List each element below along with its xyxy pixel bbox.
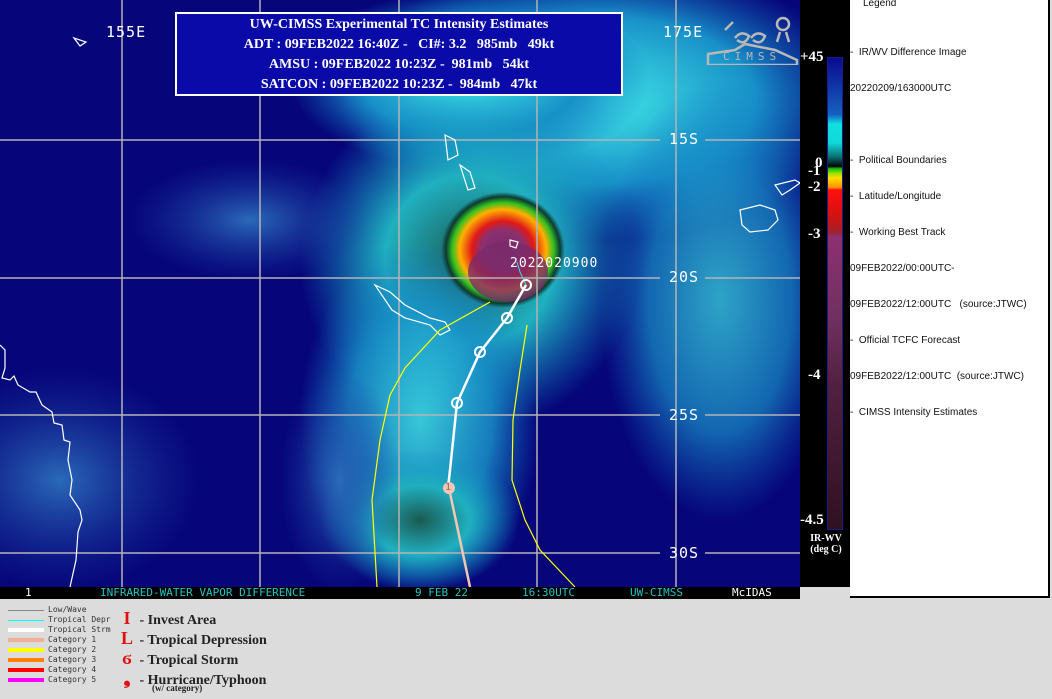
island xyxy=(72,36,88,47)
track-legend-swatch xyxy=(8,638,44,642)
frame-number: 1 xyxy=(25,586,32,599)
track-legend-swatch xyxy=(8,620,44,621)
colorbar-tick: -3 xyxy=(808,226,821,242)
lat-label-15s: 15S xyxy=(669,130,700,148)
adt-estimate: ADT : 09FEB2022 16:40Z - CI#: 3.2 985mb … xyxy=(243,37,555,52)
haze xyxy=(130,160,370,280)
symbol-legend-row: ϭ - Tropical Storm xyxy=(118,648,238,669)
product-name: INFRARED-WATER VAPOR DIFFERENCE xyxy=(100,586,306,599)
haze xyxy=(0,370,200,587)
lat-label-20s: 20S xyxy=(669,268,700,286)
colorbar-tick: -4 xyxy=(808,367,821,383)
storm-time-label: 2022020900 xyxy=(510,256,599,271)
intensity-estimates-box: UW-CIMSS Experimental TC Intensity Estim… xyxy=(175,12,623,96)
satellite-image: UW-CIMSS Experimental TC Intensity Estim… xyxy=(0,0,800,587)
legend-line: 20220209/163000UTC xyxy=(850,83,952,94)
colorbar-tick: -2 xyxy=(808,179,821,195)
legend-line: - Working Best Track xyxy=(850,227,946,238)
colorbar-units-line: IR-WV xyxy=(810,533,842,544)
cimss-logo: CIMSS xyxy=(705,10,800,65)
image-date: 9 FEB 22 xyxy=(415,586,468,599)
track-legend-swatch xyxy=(8,628,44,632)
track-legend-label: Category 5 xyxy=(48,675,97,684)
track-legend-label: Category 4 xyxy=(48,665,97,674)
tropical-storm-icon: ϭ xyxy=(122,648,132,668)
legend-lines: - IR/WV Difference Image 20220209/163000… xyxy=(850,23,1027,443)
symbol-legend-row: L - Tropical Depression xyxy=(118,628,267,649)
legend-line: - Political Boundaries xyxy=(850,155,947,166)
legend-line: - Latitude/Longitude xyxy=(850,191,942,202)
lat-label-25s: 25S xyxy=(669,406,700,424)
lon-label-175e: 175E xyxy=(663,23,704,41)
image-source: UW-CIMSS xyxy=(630,586,683,599)
image-time: 16:30UTC xyxy=(522,586,575,599)
track-legend-swatch xyxy=(8,668,44,672)
info-title: UW-CIMSS Experimental TC Intensity Estim… xyxy=(249,17,549,32)
legend-line: 09FEB2022/12:00UTC (source:JTWC) xyxy=(850,371,1024,382)
symbol-legend-label: - Invest Area xyxy=(139,613,217,628)
legend-line: - CIMSS Intensity Estimates xyxy=(850,407,978,418)
colorbar-units-line: (deg C) xyxy=(810,544,842,555)
symbol-legend-label: - Tropical Storm xyxy=(139,653,239,668)
track-legend-swatch xyxy=(8,648,44,652)
colorbar-tick: +45 xyxy=(800,49,824,65)
system-name: McIDAS xyxy=(732,586,772,599)
status-bar: 1 INFRARED-WATER VAPOR DIFFERENCE 9 FEB … xyxy=(0,587,800,599)
symbol-legend-row: I - Invest Area xyxy=(118,608,216,629)
colorbar-tick: -1 xyxy=(808,163,821,179)
legend-panel: Legend - IR/WV Difference Image 20220209… xyxy=(850,0,1050,598)
legend-line xyxy=(850,119,1027,131)
hurricane-icon: ❟ xyxy=(123,668,131,688)
track-legend-swatch xyxy=(8,610,44,611)
storm-core-center xyxy=(468,242,548,302)
symbol-note: (w/ category) xyxy=(152,683,203,693)
forecast-marker-label: 1 xyxy=(445,482,452,493)
colorbar-tick: -4.5 xyxy=(800,512,824,528)
legend-line: 09FEB2022/00:00UTC- xyxy=(850,263,955,274)
satcon-estimate: SATCON : 09FEB2022 10:23Z - 984mb 47kt xyxy=(260,77,538,92)
legend-line: - IR/WV Difference Image xyxy=(850,47,967,58)
amsu-estimate: AMSU : 09FEB2022 10:23Z - 981mb 54kt xyxy=(268,57,530,72)
track-legend-label: Tropical Strm xyxy=(48,625,111,634)
legend-line: - Official TCFC Forecast xyxy=(850,335,961,346)
haze xyxy=(280,370,400,587)
track-legend-label: Category 3 xyxy=(48,655,97,664)
track-legend-label: Low/Wave xyxy=(48,605,87,614)
lon-label-155e: 155E xyxy=(106,23,147,41)
tropical-depression-icon: L xyxy=(120,628,133,648)
invest-area-icon: I xyxy=(123,608,131,628)
track-legend-swatch xyxy=(8,678,44,682)
colorbar xyxy=(827,57,843,530)
symbol-legend-label: - Tropical Depression xyxy=(139,633,267,648)
colorbar-units: IR-WV (deg C) xyxy=(805,533,847,555)
track-legend-label: Category 2 xyxy=(48,645,97,654)
track-legend-label: Tropical Depr xyxy=(48,615,111,624)
cimss-logo-text: CIMSS xyxy=(723,50,782,63)
legend-title: Legend xyxy=(863,0,897,9)
track-legend-label: Category 1 xyxy=(48,635,97,644)
track-legend-swatch xyxy=(8,658,44,662)
legend-line: 09FEB2022/12:00UTC (source:JTWC) xyxy=(850,299,1027,310)
lat-label-30s: 30S xyxy=(669,544,700,562)
